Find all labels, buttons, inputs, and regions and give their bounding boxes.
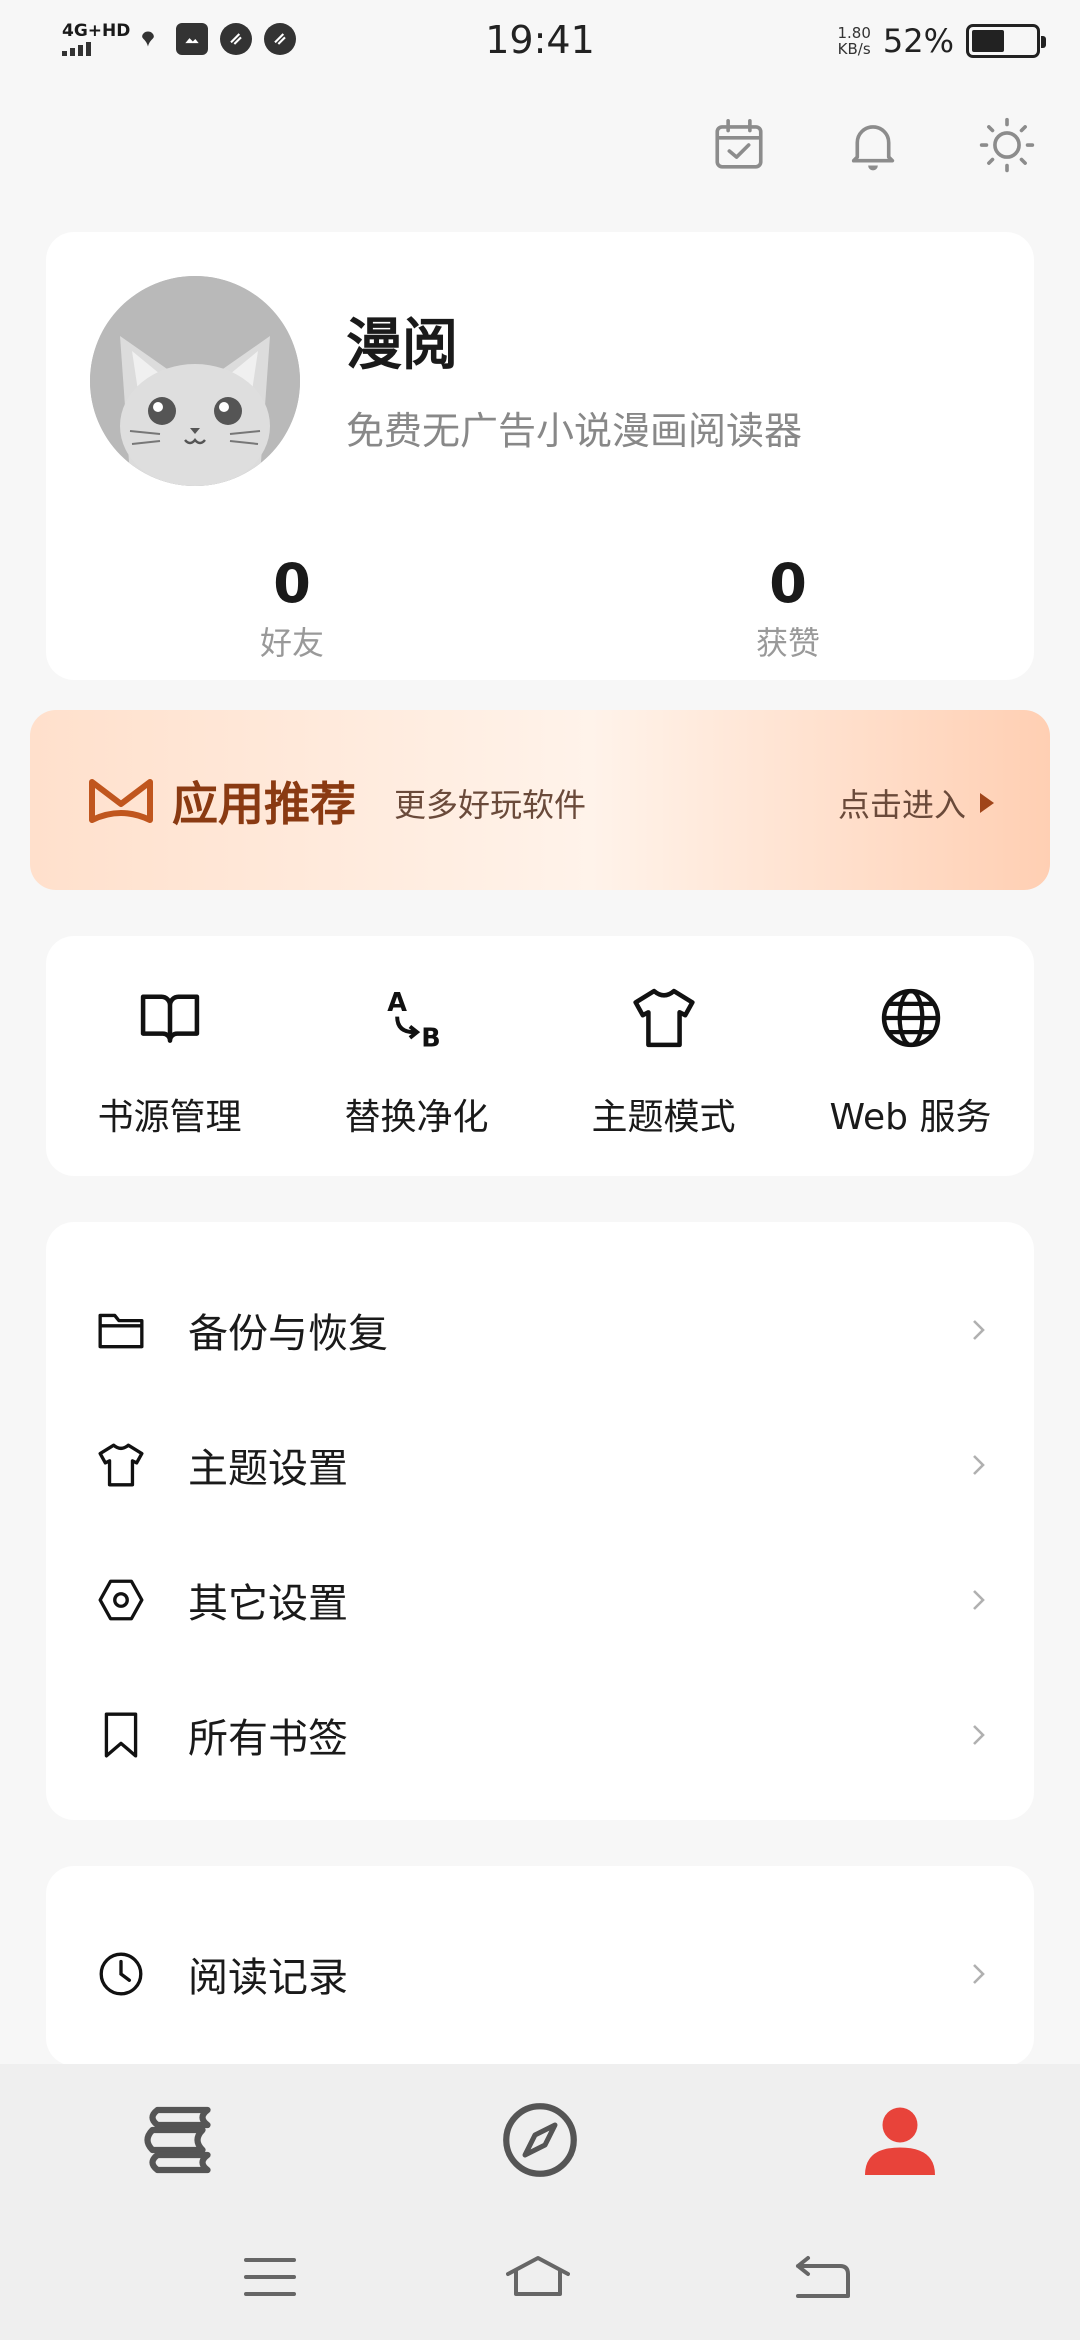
promo-title: 应用推荐 bbox=[172, 777, 356, 831]
battery-icon bbox=[966, 24, 1046, 58]
play-arrow-icon bbox=[980, 793, 994, 813]
quick-label: Web 服务 bbox=[829, 1097, 992, 1138]
promo-subtitle: 更多好玩软件 bbox=[394, 786, 587, 824]
bell-icon[interactable] bbox=[844, 116, 902, 174]
svg-text:B: B bbox=[421, 1023, 440, 1052]
quick-label: 替换净化 bbox=[344, 1097, 489, 1138]
speed-value: 1.80 bbox=[837, 24, 871, 42]
menu-all-bookmarks[interactable]: 所有书签 bbox=[46, 1667, 1034, 1802]
folder-icon bbox=[98, 1313, 144, 1348]
clock-icon bbox=[99, 1952, 143, 1995]
globe-icon bbox=[881, 988, 940, 1048]
network-speed: 1.80 KB/s bbox=[837, 25, 870, 57]
chevron-right-icon bbox=[973, 1963, 985, 1984]
quick-theme-mode[interactable]: 主题模式 bbox=[540, 936, 787, 1176]
status-bar: 4G+HD 19:41 1.80 KB/s 52% bbox=[0, 0, 1080, 84]
history-menu: 阅读记录 bbox=[46, 1866, 1034, 2066]
likes-label: 获赞 bbox=[755, 624, 820, 662]
menu-label: 其它设置 bbox=[188, 1580, 348, 1627]
promo-enter-link[interactable]: 点击进入 bbox=[838, 780, 994, 826]
quick-web-service[interactable]: Web 服务 bbox=[787, 936, 1034, 1176]
person-icon[interactable] bbox=[860, 2100, 940, 2180]
chevron-right-icon bbox=[973, 1724, 985, 1745]
tshirt-icon bbox=[98, 1443, 144, 1486]
hexagon-settings-icon bbox=[98, 1579, 144, 1620]
likes-stat[interactable]: 0 获赞 bbox=[638, 554, 938, 664]
quick-label: 书源管理 bbox=[97, 1097, 242, 1138]
calendar-check-icon[interactable] bbox=[710, 116, 768, 174]
menu-backup-restore[interactable]: 备份与恢复 bbox=[46, 1262, 1034, 1397]
promo-action-label: 点击进入 bbox=[837, 786, 966, 824]
friends-label: 好友 bbox=[259, 624, 324, 662]
quick-actions: 书源管理 A B 替换净化 主题模式 Web 服务 bbox=[46, 936, 1034, 1176]
bookmark-icon bbox=[104, 1712, 138, 1757]
battery-percent: 52% bbox=[882, 22, 954, 60]
quick-label: 主题模式 bbox=[591, 1097, 736, 1138]
menu-icon[interactable] bbox=[238, 2252, 302, 2302]
avatar[interactable] bbox=[90, 276, 300, 486]
compass-icon[interactable] bbox=[500, 2100, 580, 2180]
menu-label: 备份与恢复 bbox=[188, 1310, 388, 1357]
profile-description: 免费无广告小说漫画阅读器 bbox=[346, 409, 803, 453]
replace-ab-icon: A B bbox=[387, 988, 440, 1052]
bottom-tab-bar bbox=[0, 2064, 1080, 2214]
profile-card: 漫阅 免费无广告小说漫画阅读器 0 好友 0 获赞 bbox=[46, 232, 1034, 680]
menu-label: 主题设置 bbox=[188, 1445, 348, 1492]
menu-reading-history[interactable]: 阅读记录 bbox=[46, 1906, 1034, 2041]
menu-theme-settings[interactable]: 主题设置 bbox=[46, 1397, 1034, 1532]
battery-fill bbox=[972, 30, 1005, 52]
friends-count: 0 bbox=[273, 552, 311, 615]
profile-name: 漫阅 bbox=[346, 313, 458, 378]
sun-icon[interactable] bbox=[978, 116, 1036, 174]
book-open-icon bbox=[140, 994, 199, 1043]
menu-label: 阅读记录 bbox=[188, 1954, 348, 2001]
likes-count: 0 bbox=[769, 552, 807, 615]
app-recommend-banner[interactable]: 应用推荐 更多好玩软件 点击进入 bbox=[30, 710, 1050, 890]
back-icon[interactable] bbox=[790, 2252, 854, 2302]
menu-other-settings[interactable]: 其它设置 bbox=[46, 1532, 1034, 1667]
chevron-right-icon bbox=[973, 1319, 985, 1340]
books-icon[interactable] bbox=[140, 2100, 220, 2180]
chevron-right-icon bbox=[973, 1589, 985, 1610]
settings-menu: 备份与恢复 主题设置 其它设置 所有书签 bbox=[46, 1222, 1034, 1820]
home-icon[interactable] bbox=[506, 2252, 570, 2302]
menu-label: 所有书签 bbox=[188, 1715, 348, 1762]
system-nav-bar bbox=[0, 2214, 1080, 2340]
tshirt-icon bbox=[632, 988, 695, 1048]
quick-replace[interactable]: A B 替换净化 bbox=[293, 936, 540, 1176]
friends-stat[interactable]: 0 好友 bbox=[142, 554, 442, 664]
cat-avatar-icon bbox=[90, 276, 300, 486]
svg-text:A: A bbox=[387, 988, 407, 1018]
quick-book-source[interactable]: 书源管理 bbox=[46, 936, 293, 1176]
status-right: 1.80 KB/s 52% bbox=[837, 22, 1046, 60]
header-actions bbox=[710, 116, 1036, 174]
chevron-right-icon bbox=[973, 1454, 985, 1475]
promo-logo-icon bbox=[89, 779, 153, 823]
speed-unit: KB/s bbox=[837, 40, 871, 58]
